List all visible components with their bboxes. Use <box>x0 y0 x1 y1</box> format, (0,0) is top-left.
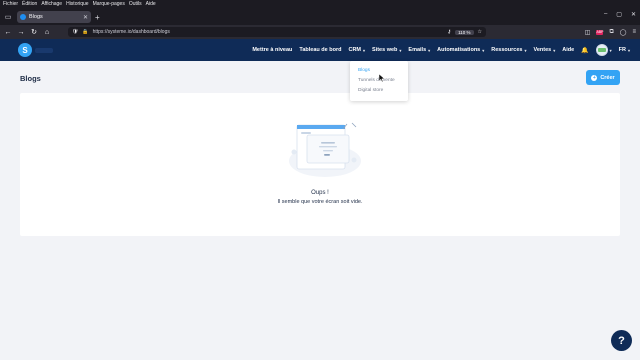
nav-automations[interactable]: Automatisations ▾ <box>437 47 484 53</box>
browser-tab[interactable]: Blogs ✕ <box>17 11 91 23</box>
dropdown-item-digital-store[interactable]: Digital store <box>358 86 408 96</box>
nav-sites-web[interactable]: Sites web ▾ <box>372 47 401 53</box>
minimize-icon[interactable]: – <box>604 11 607 18</box>
language-label: FR <box>618 47 626 53</box>
menu-outils[interactable]: Outils <box>129 0 142 9</box>
chevron-down-icon: ▾ <box>482 47 485 53</box>
menu-historique[interactable]: Historique <box>66 0 89 9</box>
bell-icon[interactable]: 🔔 <box>581 47 588 54</box>
chevron-down-icon: ▾ <box>363 47 366 53</box>
app-header: S Mettre à niveau Tableau de bord CRM ▾ S… <box>0 39 640 61</box>
nav-upgrade[interactable]: Mettre à niveau <box>252 47 292 53</box>
url-text[interactable]: https://systeme.io/dashboard/blogs <box>93 29 444 35</box>
browser-navbar: ← → ↻ ⌂ 🛡 🔒 https://systeme.io/dashboard… <box>0 25 640 39</box>
key-icon[interactable]: ⚷ <box>447 29 451 35</box>
tab-title: Blogs <box>29 14 43 20</box>
empty-state-title: Oups ! <box>311 190 329 196</box>
empty-state-illustration <box>289 122 361 177</box>
home-icon[interactable]: ⌂ <box>43 29 51 36</box>
main-nav: Mettre à niveau Tableau de bord CRM ▾ Sit… <box>252 44 630 56</box>
tab-list-icon[interactable]: ▭ <box>3 12 13 22</box>
nav-emails[interactable]: Emails ▾ <box>408 47 430 53</box>
language-selector[interactable]: FR ▾ <box>619 47 630 53</box>
nav-help[interactable]: Aide <box>562 47 574 53</box>
url-bar[interactable]: 🛡 🔒 https://systeme.io/dashboard/blogs ⚷… <box>68 27 486 37</box>
chevron-down-icon: ▾ <box>399 47 402 53</box>
create-label: Créer <box>600 74 615 81</box>
new-tab-icon[interactable]: + <box>95 13 100 22</box>
chevron-down-icon: ▾ <box>428 47 431 53</box>
user-menu[interactable]: ▾ <box>595 44 612 56</box>
favicon-icon <box>20 14 26 20</box>
hamburger-menu-icon[interactable]: ≡ <box>632 29 636 35</box>
forward-icon[interactable]: → <box>17 29 25 36</box>
adblock-extension-icon[interactable]: ABP <box>596 29 603 35</box>
blogs-content-card: Oups ! Il semble que votre écran soit vi… <box>20 93 620 236</box>
close-window-icon[interactable]: ✕ <box>631 11 636 18</box>
nav-emails-label: Emails <box>408 47 427 53</box>
maximize-icon[interactable]: ▢ <box>616 11 622 18</box>
menu-fichier[interactable]: Fichier <box>3 0 18 9</box>
menu-affichage[interactable]: Affichage <box>41 0 62 9</box>
nav-help-label: Aide <box>562 47 575 53</box>
logo-wordmark[interactable] <box>35 47 53 53</box>
account-icon[interactable]: ◯ <box>620 29 627 36</box>
nav-sales-label: Ventes <box>533 47 552 53</box>
menu-marque-pages[interactable]: Marque-pages <box>93 0 125 9</box>
nav-automations-label: Automatisations <box>437 47 481 53</box>
bookmark-star-icon[interactable]: ☆ <box>478 29 482 35</box>
toolbar-right: ◫ ABP ⧉ ◯ ≡ <box>585 29 636 36</box>
help-button[interactable]: ? <box>611 330 632 351</box>
systemeio-logo[interactable]: S <box>18 43 32 57</box>
mouse-cursor-icon <box>379 74 385 82</box>
nav-crm-label: CRM <box>348 47 361 53</box>
back-icon[interactable]: ← <box>4 29 12 36</box>
zoom-level[interactable]: 110 % <box>455 29 474 35</box>
pocket-icon[interactable]: ◫ <box>585 29 591 36</box>
nav-resources-label: Ressources <box>491 47 523 53</box>
nav-resources[interactable]: Ressources ▾ <box>491 47 526 53</box>
plus-icon: + <box>591 74 598 81</box>
chevron-down-icon: ▾ <box>609 47 612 53</box>
empty-state-subtitle: Il semble que votre écran soit vide. <box>277 199 363 205</box>
nav-sales[interactable]: Ventes ▾ <box>533 47 555 53</box>
nav-dashboard-label: Tableau de bord <box>299 47 342 53</box>
lock-icon[interactable]: 🔒 <box>82 29 88 35</box>
close-tab-icon[interactable]: ✕ <box>83 14 88 21</box>
chevron-down-icon: ▾ <box>553 47 556 53</box>
reload-icon[interactable]: ↻ <box>30 28 38 36</box>
nav-dashboard[interactable]: Tableau de bord <box>299 47 341 53</box>
chevron-down-icon: ▾ <box>524 47 527 53</box>
window-controls: – ▢ ✕ <box>604 11 636 18</box>
chevron-down-icon: ▾ <box>627 47 630 53</box>
nav-upgrade-label: Mettre à niveau <box>252 47 293 53</box>
create-button[interactable]: + Créer <box>586 70 620 85</box>
shield-icon[interactable]: 🛡 <box>72 29 78 35</box>
menu-edition[interactable]: Édition <box>22 0 37 9</box>
os-menubar: Fichier Édition Affichage Historique Mar… <box>0 0 640 9</box>
browser-tabbar: ▭ Blogs ✕ + – ▢ ✕ <box>0 9 640 25</box>
menu-aide[interactable]: Aide <box>146 0 156 9</box>
nav-sites-web-label: Sites web <box>372 47 398 53</box>
page-title: Blogs <box>20 74 41 83</box>
avatar[interactable] <box>595 44 608 56</box>
nav-crm[interactable]: CRM ▾ <box>348 47 365 53</box>
extensions-icon[interactable]: ⧉ <box>609 29 613 36</box>
